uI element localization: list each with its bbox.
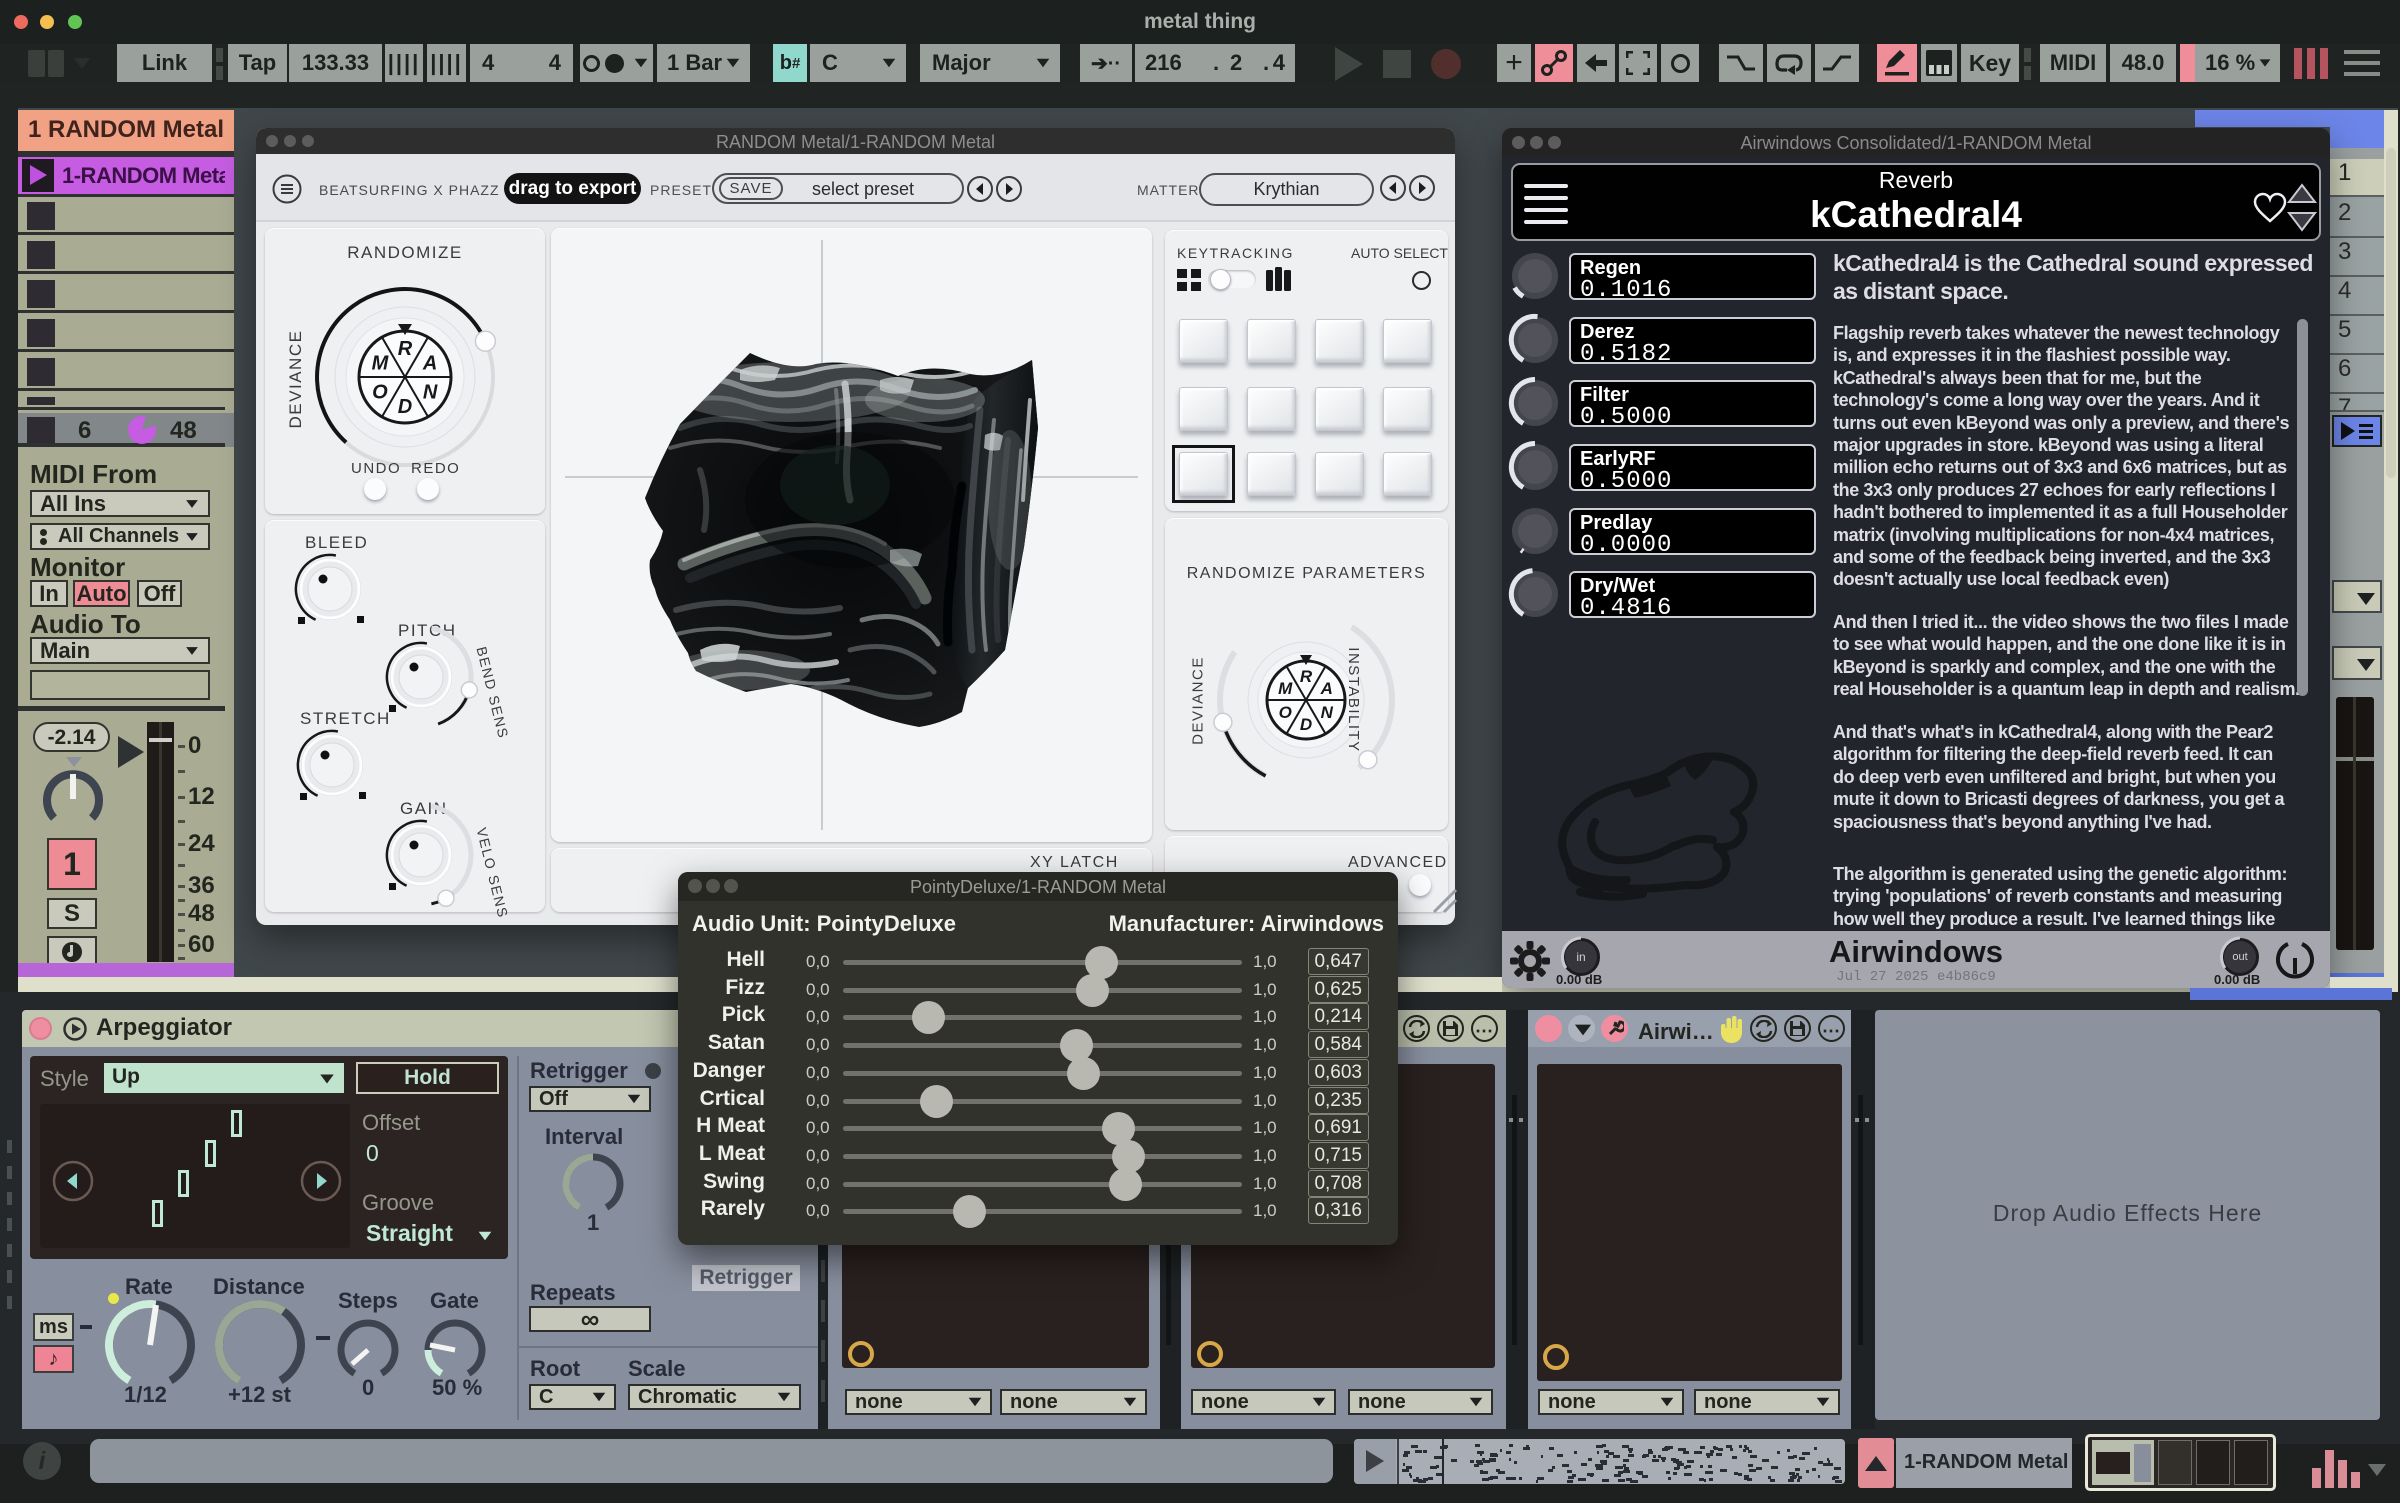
svg-text:O: O (372, 382, 388, 404)
svg-text:A: A (422, 353, 437, 375)
svg-text:R: R (398, 338, 413, 360)
svg-text:O: O (1279, 703, 1292, 722)
svg-text:N: N (1321, 703, 1334, 722)
svg-text:M: M (1278, 679, 1293, 698)
svg-text:D: D (1300, 715, 1312, 734)
svg-text:D: D (398, 396, 412, 418)
svg-text:M: M (372, 353, 390, 375)
svg-text:A: A (1320, 679, 1333, 698)
svg-text:N: N (423, 382, 438, 404)
svg-text:R: R (1300, 667, 1313, 686)
